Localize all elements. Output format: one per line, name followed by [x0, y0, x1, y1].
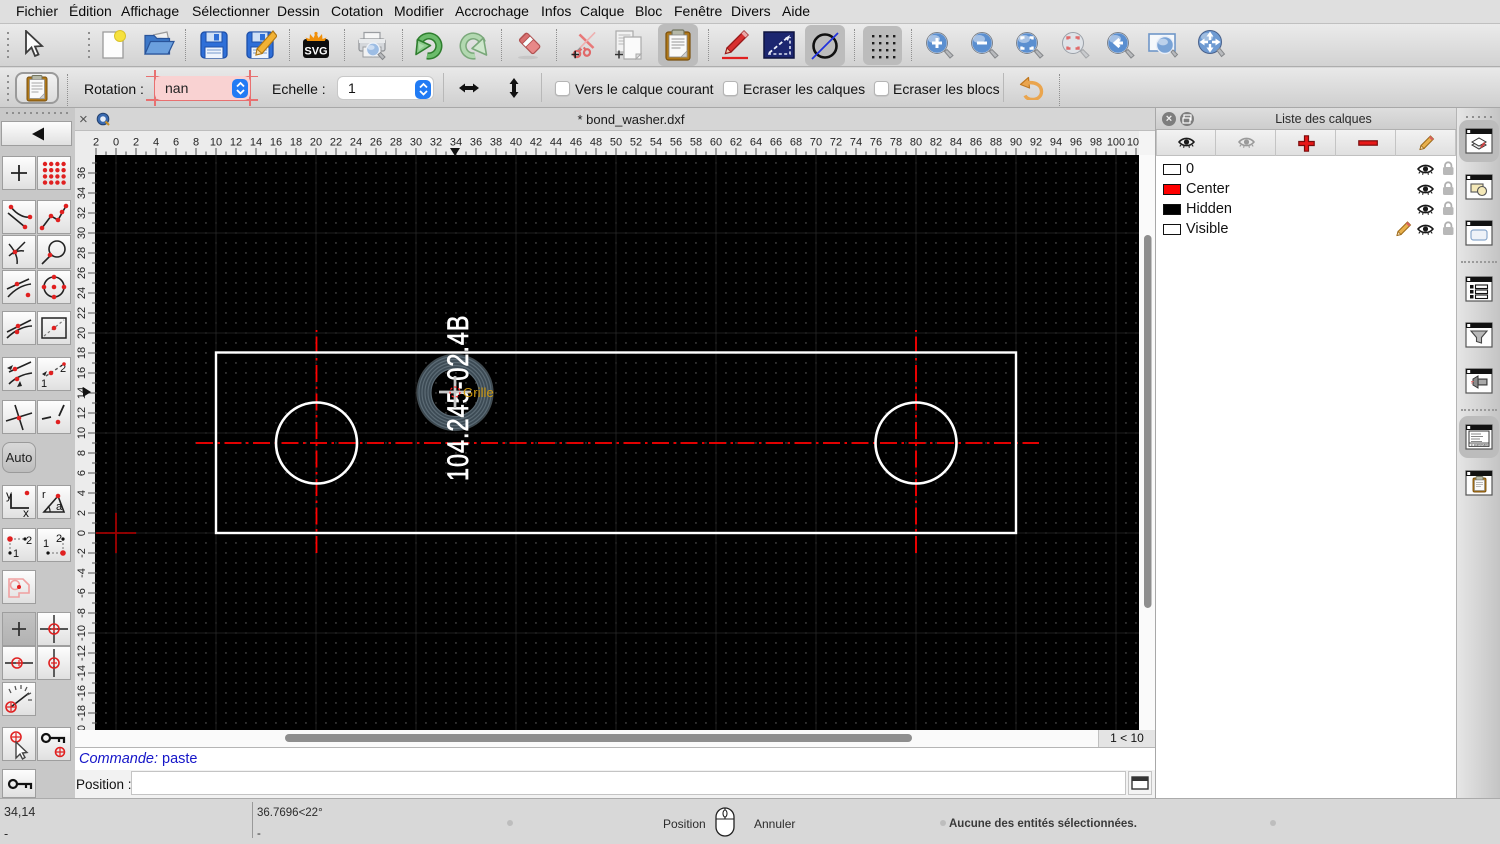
- svg-text:18: 18: [76, 347, 88, 359]
- svg-text:1: 1: [43, 538, 49, 550]
- svg-text:10: 10: [76, 427, 88, 439]
- svg-text:98: 98: [1090, 137, 1102, 149]
- svg-text:y: y: [6, 488, 12, 502]
- svg-text:20: 20: [310, 137, 322, 149]
- svg-text:70: 70: [810, 137, 822, 149]
- svg-text:4: 4: [153, 137, 159, 149]
- svg-text:x: x: [23, 506, 29, 518]
- svg-text:34: 34: [450, 137, 462, 149]
- svg-text:24: 24: [76, 287, 88, 299]
- svg-text:48: 48: [590, 137, 602, 149]
- svg-text:84: 84: [950, 137, 962, 149]
- svg-text:-14: -14: [76, 665, 88, 681]
- svg-text:24: 24: [350, 137, 362, 149]
- svg-text:26: 26: [76, 267, 88, 279]
- svg-text:2: 2: [76, 510, 88, 516]
- svg-text:2: 2: [133, 137, 139, 149]
- svg-text:-2: -2: [76, 548, 88, 558]
- svg-text:28: 28: [76, 247, 88, 259]
- svg-text:20: 20: [76, 327, 88, 339]
- svg-text:12: 12: [230, 137, 242, 149]
- svg-text:10: 10: [210, 137, 222, 149]
- svg-text:6: 6: [173, 137, 179, 149]
- svg-text:40: 40: [510, 137, 522, 149]
- svg-text:88: 88: [990, 137, 1002, 149]
- svg-text:-4: -4: [76, 568, 88, 578]
- svg-text:8: 8: [193, 137, 199, 149]
- svg-text:14: 14: [250, 137, 262, 149]
- svg-text:54: 54: [650, 137, 662, 149]
- svg-text:26: 26: [370, 137, 382, 149]
- svg-text:36: 36: [470, 137, 482, 149]
- svg-text:-8: -8: [76, 608, 88, 618]
- svg-text:72: 72: [830, 137, 842, 149]
- svg-text:0: 0: [76, 530, 88, 536]
- svg-text:32: 32: [430, 137, 442, 149]
- svg-text:96: 96: [1070, 137, 1082, 149]
- svg-text:1: 1: [13, 548, 19, 560]
- svg-text:50: 50: [610, 137, 622, 149]
- svg-text:42: 42: [530, 137, 542, 149]
- svg-text:38: 38: [490, 137, 502, 149]
- svg-text:94: 94: [1050, 137, 1062, 149]
- svg-text:58: 58: [690, 137, 702, 149]
- svg-text:6: 6: [76, 470, 88, 476]
- svg-text:Grille: Grille: [463, 385, 494, 400]
- svg-text:92: 92: [1030, 137, 1042, 149]
- svg-text:32: 32: [76, 207, 88, 219]
- svg-text:66: 66: [770, 137, 782, 149]
- svg-text:62: 62: [730, 137, 742, 149]
- svg-text:86: 86: [970, 137, 982, 149]
- svg-text:16: 16: [270, 137, 282, 149]
- svg-text:8: 8: [76, 450, 88, 456]
- svg-text:74: 74: [850, 137, 862, 149]
- svg-text:-18: -18: [76, 705, 88, 721]
- svg-text:-6: -6: [76, 588, 88, 598]
- svg-text:2: 2: [93, 137, 99, 149]
- svg-text:16: 16: [76, 367, 88, 379]
- svg-text:22: 22: [76, 307, 88, 319]
- svg-text:82: 82: [930, 137, 942, 149]
- svg-text:0: 0: [113, 137, 119, 149]
- svg-text:30: 30: [410, 137, 422, 149]
- svg-text:78: 78: [890, 137, 902, 149]
- svg-text:r: r: [42, 489, 46, 501]
- svg-text:80: 80: [910, 137, 922, 149]
- svg-text:-10: -10: [76, 625, 88, 641]
- svg-text:2: 2: [26, 535, 32, 547]
- svg-text:1: 1: [41, 378, 47, 390]
- svg-text:2: 2: [56, 533, 62, 545]
- svg-text:46: 46: [570, 137, 582, 149]
- svg-text:c command: c command: [1471, 443, 1489, 447]
- svg-text:-16: -16: [76, 685, 88, 701]
- svg-text:18: 18: [290, 137, 302, 149]
- svg-text:52: 52: [630, 137, 642, 149]
- svg-text:-12: -12: [76, 645, 88, 661]
- svg-text:12: 12: [76, 407, 88, 419]
- svg-text:30: 30: [76, 227, 88, 239]
- svg-text:a: a: [56, 501, 63, 513]
- svg-text:90: 90: [1010, 137, 1022, 149]
- svg-text:4: 4: [76, 490, 88, 496]
- svg-text:64: 64: [750, 137, 762, 149]
- svg-text:100: 100: [1107, 137, 1125, 149]
- svg-text:68: 68: [790, 137, 802, 149]
- svg-text:60: 60: [710, 137, 722, 149]
- svg-text:SVG: SVG: [304, 46, 327, 58]
- svg-text:22: 22: [330, 137, 342, 149]
- svg-text:28: 28: [390, 137, 402, 149]
- svg-text:34: 34: [76, 187, 88, 199]
- svg-text:56: 56: [670, 137, 682, 149]
- svg-text:76: 76: [870, 137, 882, 149]
- svg-text:44: 44: [550, 137, 562, 149]
- svg-text:36: 36: [76, 167, 88, 179]
